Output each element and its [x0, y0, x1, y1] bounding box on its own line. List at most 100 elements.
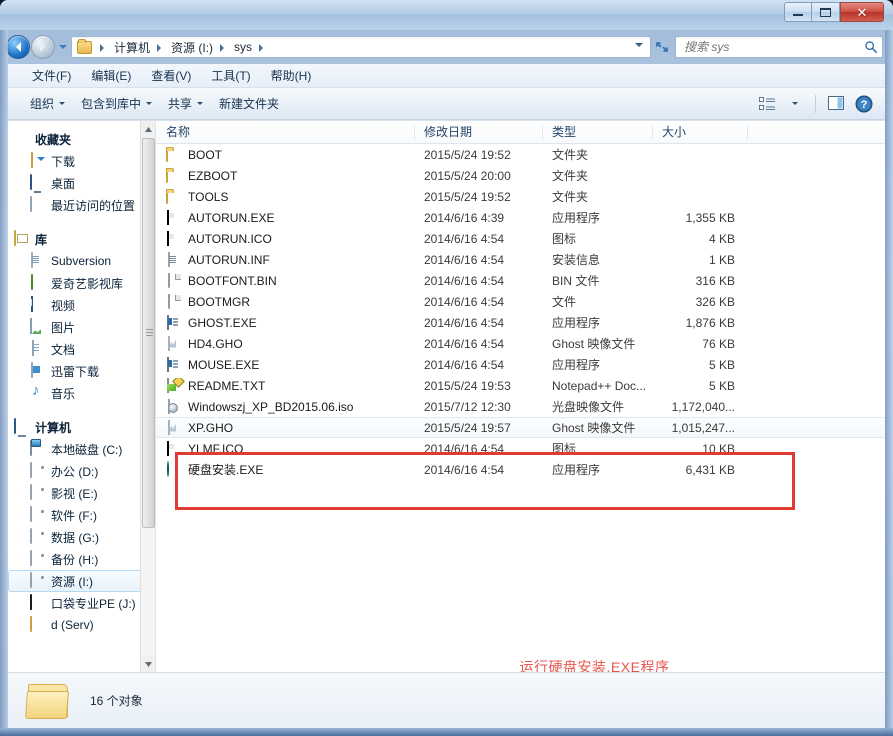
sidebar-scrollbar[interactable]: [140, 121, 155, 672]
sidebar-item-subversion[interactable]: Subversion: [8, 250, 155, 272]
menu-help[interactable]: 帮助(H): [263, 64, 320, 87]
column-header-type[interactable]: 类型: [542, 121, 652, 144]
table-row[interactable]: EZBOOT 2015/5/24 20:00 文件夹: [156, 165, 885, 186]
include-in-library-button[interactable]: 包含到库中: [73, 91, 160, 116]
table-row[interactable]: MOUSE.EXE 2014/6/16 4:54 应用程序 5 KB: [156, 354, 885, 375]
help-button[interactable]: ?: [851, 93, 877, 115]
view-dropdown-button[interactable]: [782, 93, 808, 115]
file-name-cell[interactable]: 硬盘安装.EXE: [156, 461, 414, 478]
file-name-cell[interactable]: BOOTFONT.BIN: [156, 273, 414, 289]
file-name-cell[interactable]: BOOT: [156, 147, 414, 163]
file-name-cell[interactable]: BOOTMGR: [156, 294, 414, 310]
share-button[interactable]: 共享: [160, 91, 211, 116]
column-header-date[interactable]: 修改日期: [414, 121, 542, 144]
file-name-cell[interactable]: GHOST.EXE: [156, 315, 414, 331]
table-row[interactable]: XP.GHO 2015/5/24 19:57 Ghost 映像文件 1,015,…: [156, 417, 885, 438]
menu-file[interactable]: 文件(F): [24, 64, 79, 87]
sidebar-group-computer[interactable]: 计算机: [8, 416, 155, 438]
file-type: 文件夹: [542, 188, 652, 205]
file-name-cell[interactable]: MOUSE.EXE: [156, 357, 414, 373]
sidebar-item-drive-c[interactable]: 本地磁盘 (C:): [8, 438, 155, 460]
scroll-down-button[interactable]: [141, 656, 156, 672]
sidebar-group-favorites[interactable]: 收藏夹: [8, 128, 155, 150]
search-input[interactable]: [684, 40, 864, 54]
file-name-cell[interactable]: Windowszj_XP_BD2015.06.iso: [156, 399, 414, 415]
breadcrumb-item-sys[interactable]: sys: [232, 40, 254, 54]
file-name: BOOTMGR: [188, 295, 250, 309]
forward-button[interactable]: [31, 35, 55, 59]
sidebar-item-label: 口袋专业PE (J:): [51, 595, 136, 612]
file-name-cell[interactable]: README.TXT: [156, 378, 414, 394]
maximize-button[interactable]: [812, 2, 840, 22]
sidebar-item-drive-d[interactable]: 办公 (D:): [8, 460, 155, 482]
sidebar-item-drive-g[interactable]: 数据 (G:): [8, 526, 155, 548]
file-list-pane[interactable]: 名称 修改日期 类型 大小 BOOT 2015/5/24 19:52 文件夹: [156, 121, 885, 672]
breadcrumb[interactable]: 计算机 资源 (I:) sys: [71, 36, 651, 58]
sidebar-item-drive-f[interactable]: 软件 (F:): [8, 504, 155, 526]
preview-pane-button[interactable]: [823, 93, 849, 115]
chevron-down-icon: [146, 102, 152, 108]
table-row[interactable]: BOOTMGR 2014/6/16 4:54 文件 326 KB: [156, 291, 885, 312]
search-box[interactable]: [675, 36, 883, 58]
file-name-cell[interactable]: YLMF.ICO: [156, 441, 414, 457]
sidebar-item-desktop[interactable]: 桌面: [8, 172, 155, 194]
sidebar-item-music[interactable]: 音乐: [8, 382, 155, 404]
sidebar-item-iqiyi[interactable]: 爱奇艺影视库: [8, 272, 155, 294]
file-name-cell[interactable]: TOOLS: [156, 189, 414, 205]
sidebar-item-drive-h[interactable]: 备份 (H:): [8, 548, 155, 570]
sidebar-item-network-serv[interactable]: d (Serv): [8, 614, 155, 636]
file-name-cell[interactable]: EZBOOT: [156, 168, 414, 184]
file-name-cell[interactable]: HD4.GHO: [156, 336, 414, 352]
table-row[interactable]: GHOST.EXE 2014/6/16 4:54 应用程序 1,876 KB: [156, 312, 885, 333]
close-button[interactable]: ✕: [840, 2, 884, 22]
sidebar-item-recent-places[interactable]: 最近访问的位置: [8, 194, 155, 216]
sidebar-group-libraries[interactable]: 库: [8, 228, 155, 250]
sidebar-item-documents[interactable]: 文档: [8, 338, 155, 360]
sidebar-item-thunder-download[interactable]: 迅雷下载: [8, 360, 155, 382]
chevron-down-icon[interactable]: [635, 43, 643, 51]
refresh-button[interactable]: [651, 36, 673, 58]
table-row[interactable]: AUTORUN.EXE 2014/6/16 4:39 应用程序 1,355 KB: [156, 207, 885, 228]
sidebar-item-drive-i[interactable]: 资源 (I:): [8, 570, 149, 592]
sidebar-item-drive-j[interactable]: 口袋专业PE (J:): [8, 592, 155, 614]
file-name-cell[interactable]: AUTORUN.INF: [156, 252, 414, 268]
column-header-size[interactable]: 大小: [652, 121, 747, 144]
change-view-button[interactable]: [754, 93, 780, 115]
command-toolbar: 组织 包含到库中 共享 新建文件夹: [8, 88, 885, 120]
sidebar-item-pictures[interactable]: 图片: [8, 316, 155, 338]
minimize-button[interactable]: [784, 2, 812, 22]
sidebar-item-downloads[interactable]: 下载: [8, 150, 155, 172]
organize-button[interactable]: 组织: [22, 91, 73, 116]
breadcrumb-item-drive[interactable]: 资源 (I:): [169, 39, 215, 56]
search-icon[interactable]: [864, 40, 878, 54]
table-row[interactable]: AUTORUN.INF 2014/6/16 4:54 安装信息 1 KB: [156, 249, 885, 270]
menu-tools[interactable]: 工具(T): [203, 64, 258, 87]
table-row[interactable]: AUTORUN.ICO 2014/6/16 4:54 图标 4 KB: [156, 228, 885, 249]
table-row[interactable]: 硬盘安装.EXE 2014/6/16 4:54 应用程序 6,431 KB: [156, 459, 885, 480]
table-row[interactable]: Windowszj_XP_BD2015.06.iso 2015/7/12 12:…: [156, 396, 885, 417]
breadcrumb-item-computer[interactable]: 计算机: [112, 39, 152, 56]
table-row[interactable]: BOOT 2015/5/24 19:52 文件夹: [156, 144, 885, 165]
scrollbar-thumb[interactable]: [142, 138, 155, 528]
recent-pages-dropdown[interactable]: [59, 45, 67, 53]
table-row[interactable]: TOOLS 2015/5/24 19:52 文件夹: [156, 186, 885, 207]
table-row[interactable]: BOOTFONT.BIN 2014/6/16 4:54 BIN 文件 316 K…: [156, 270, 885, 291]
file-name-cell[interactable]: AUTORUN.ICO: [156, 231, 414, 247]
navigation-pane[interactable]: 收藏夹 下载 桌面 最近访问的位置 库 Subversion: [8, 121, 156, 672]
table-row[interactable]: HD4.GHO 2014/6/16 4:54 Ghost 映像文件 76 KB: [156, 333, 885, 354]
menu-view[interactable]: 查看(V): [143, 64, 199, 87]
new-folder-button[interactable]: 新建文件夹: [211, 91, 287, 116]
table-row[interactable]: YLMF.ICO 2014/6/16 4:54 图标 10 KB: [156, 438, 885, 459]
menu-edit[interactable]: 编辑(E): [83, 64, 139, 87]
scroll-up-button[interactable]: [141, 121, 156, 137]
title-bar[interactable]: ✕: [0, 0, 893, 30]
sidebar-item-videos[interactable]: 视频: [8, 294, 155, 316]
column-header-name[interactable]: 名称: [156, 121, 414, 144]
table-row[interactable]: README.TXT 2015/5/24 19:53 Notepad++ Doc…: [156, 375, 885, 396]
back-button[interactable]: [6, 35, 30, 59]
minimize-icon: [793, 14, 803, 16]
file-type: 应用程序: [542, 314, 652, 331]
file-name-cell[interactable]: XP.GHO: [156, 420, 414, 436]
sidebar-item-drive-e[interactable]: 影视 (E:): [8, 482, 155, 504]
file-name-cell[interactable]: AUTORUN.EXE: [156, 210, 414, 226]
